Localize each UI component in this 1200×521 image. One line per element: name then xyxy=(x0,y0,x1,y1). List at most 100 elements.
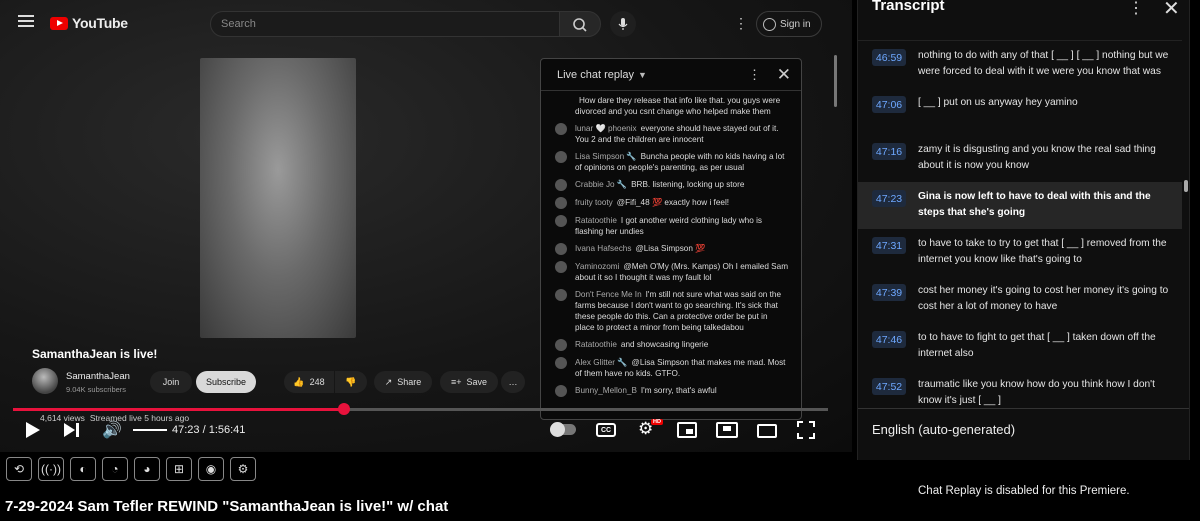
video-player[interactable]: YouTube Search ⋮ Sign in Live chat repla… xyxy=(0,0,852,452)
chat-author-avatar[interactable] xyxy=(555,357,567,369)
transcript-segment[interactable]: 46:59 nothing to do with any of that [ __… xyxy=(858,41,1182,88)
chat-message: Crabbie Jo 🔧 BRB. listening, locking up s… xyxy=(555,179,789,191)
search-input[interactable]: Search xyxy=(210,11,560,37)
speed-icon[interactable]: ◔ xyxy=(102,457,128,481)
screenshot-camera-icon[interactable]: ◉ xyxy=(198,457,224,481)
channel-avatar[interactable] xyxy=(32,368,58,394)
transcript-segment[interactable]: 47:16 zamy it is disgusting and you know … xyxy=(858,135,1182,182)
transcript-scrollbar[interactable] xyxy=(1184,180,1188,192)
autoplay-toggle[interactable] xyxy=(550,422,576,437)
transcript-footer: English (auto-generated) xyxy=(858,408,1189,452)
chat-author-name[interactable]: Yaminozomi xyxy=(575,262,619,271)
youtube-play-icon xyxy=(50,16,68,30)
chat-author-avatar[interactable] xyxy=(555,339,567,351)
language-selector[interactable]: English (auto-generated) xyxy=(872,422,1015,437)
miniplayer-icon[interactable] xyxy=(677,422,697,438)
transcript-segment-list[interactable]: 46:59 nothing to do with any of that [ __… xyxy=(858,40,1182,410)
transcript-segment[interactable]: 47:52 traumatic like you know how do you … xyxy=(858,370,1182,410)
chat-message-body: Don't Fence Me In I'm still not sure what… xyxy=(575,289,789,333)
chat-author-name[interactable]: Ratatoothie xyxy=(575,216,617,225)
live-title: SamanthaJean is live! xyxy=(32,347,158,361)
share-button[interactable]: ↗ Share xyxy=(374,371,432,393)
filter-icon[interactable]: ◐ xyxy=(70,457,96,481)
transcript-segment[interactable]: 47:46 to to have to fight to get that [ _… xyxy=(858,323,1182,370)
chat-author-name[interactable]: Alex Glitter 🔧 xyxy=(575,358,628,367)
speed-plus-icon[interactable]: ◕ xyxy=(134,457,160,481)
chat-more-icon[interactable]: ⋮ xyxy=(748,67,761,83)
chat-message-body: Ratatoothie and showcasing lingerie xyxy=(575,339,708,351)
channel-name[interactable]: SamanthaJean xyxy=(66,371,130,382)
chat-close-icon[interactable]: ✕ xyxy=(777,65,791,85)
chat-message-list[interactable]: How dare they release that info like tha… xyxy=(541,91,801,397)
transcript-segment[interactable]: 47:23 Gina is now left to have to deal wi… xyxy=(858,182,1182,229)
chat-author-name[interactable]: Don't Fence Me In xyxy=(575,290,642,299)
chat-author-name[interactable]: Ratatoothie xyxy=(575,340,617,349)
chat-author-avatar[interactable] xyxy=(555,197,567,209)
chat-author-avatar[interactable] xyxy=(555,123,567,135)
transcript-timestamp[interactable]: 47:46 xyxy=(872,331,906,348)
transcript-close-icon[interactable]: ✕ xyxy=(1163,0,1180,21)
voice-search-button[interactable] xyxy=(610,11,636,37)
chat-author-avatar[interactable] xyxy=(555,243,567,255)
chat-message: How dare they release that info like tha… xyxy=(555,95,789,117)
chat-author-name[interactable]: Ivana Hafsechs xyxy=(575,244,631,253)
next-button[interactable] xyxy=(64,418,79,442)
extension-toolbar: ⟲ ((·)) ◐ ◔ ◕ ⊞ ◉ ⚙ xyxy=(0,457,256,487)
like-button[interactable]: 👍 248 xyxy=(284,371,334,393)
transcript-timestamp[interactable]: 47:39 xyxy=(872,284,906,301)
add-clip-icon[interactable]: ⊞ xyxy=(166,457,192,481)
toolbar-settings-icon[interactable]: ⚙ xyxy=(230,457,256,481)
transcript-timestamp[interactable]: 47:06 xyxy=(872,96,906,113)
chat-author-avatar[interactable] xyxy=(555,151,567,163)
hamburger-menu-icon[interactable] xyxy=(18,15,34,27)
transcript-text: nothing to do with any of that [ __ ] [ … xyxy=(918,50,1169,77)
transcript-timestamp[interactable]: 47:23 xyxy=(872,190,906,207)
chat-replay-note: Chat Replay is disabled for this Premier… xyxy=(918,485,1130,497)
transcript-more-icon[interactable]: ⋮ xyxy=(1128,0,1144,18)
signin-button[interactable]: Sign in xyxy=(756,11,822,37)
chat-message-body: Ratatoothie I got another weird clothing … xyxy=(575,215,789,237)
chat-author-avatar[interactable] xyxy=(555,385,567,397)
chat-author-avatar[interactable] xyxy=(555,179,567,191)
chat-message: Alex Glitter 🔧 @Lisa Simpson that makes m… xyxy=(555,357,789,379)
transcript-text: to to have to fight to get that [ __ ] t… xyxy=(918,332,1156,359)
settings-more-icon[interactable]: ⋮ xyxy=(734,15,748,32)
join-button[interactable]: Join xyxy=(150,371,192,393)
play-button[interactable] xyxy=(26,418,40,442)
transcript-timestamp[interactable]: 47:52 xyxy=(872,378,906,395)
transcript-timestamp[interactable]: 47:16 xyxy=(872,143,906,160)
captions-button[interactable]: CC xyxy=(596,423,616,437)
more-actions-icon[interactable]: … xyxy=(501,371,525,393)
transcript-timestamp[interactable]: 46:59 xyxy=(872,49,906,66)
chat-author-name[interactable]: lunar 🤍 phoenix xyxy=(575,124,637,133)
page-scrollbar[interactable] xyxy=(834,55,837,107)
transcript-segment[interactable]: 47:06 [ __ ] put on us anyway hey yamino xyxy=(858,88,1182,135)
chevron-down-icon[interactable]: ▼ xyxy=(638,70,647,80)
progress-scrubber[interactable] xyxy=(337,403,350,415)
pip-icon[interactable] xyxy=(716,422,738,438)
search-button[interactable] xyxy=(559,11,601,37)
loop-icon[interactable]: ⟲ xyxy=(6,457,32,481)
transcript-segment[interactable]: 47:31 to have to take to try to get that … xyxy=(858,229,1182,276)
chat-author-name[interactable]: fruity tooty xyxy=(575,198,613,207)
chat-author-avatar[interactable] xyxy=(555,261,567,273)
chat-author-name[interactable]: Bunny_Mellon_B xyxy=(575,386,637,395)
volume-button[interactable]: 🔊 xyxy=(102,418,122,442)
chat-author-avatar[interactable] xyxy=(555,289,567,301)
fullscreen-icon[interactable] xyxy=(797,421,815,439)
chat-author-name[interactable]: Crabbie Jo 🔧 xyxy=(575,180,627,189)
chat-title[interactable]: Live chat replay xyxy=(557,69,634,81)
transcript-text: Gina is now left to have to deal with th… xyxy=(918,191,1151,218)
transcript-timestamp[interactable]: 47:31 xyxy=(872,237,906,254)
chat-author-name[interactable]: Lisa Simpson 🔧 xyxy=(575,152,637,161)
audio-only-icon[interactable]: ((·)) xyxy=(38,457,64,481)
save-button[interactable]: ≡+ Save xyxy=(440,371,498,393)
dislike-button[interactable]: 👎 xyxy=(335,371,367,393)
chat-message: Lisa Simpson 🔧 Buncha people with no kids… xyxy=(555,151,789,173)
transcript-segment[interactable]: 47:39 cost her money it's going to cost h… xyxy=(858,276,1182,323)
chat-author-avatar[interactable] xyxy=(555,215,567,227)
youtube-logo[interactable]: YouTube xyxy=(50,15,128,31)
subscribe-button[interactable]: Subscribe xyxy=(196,371,256,393)
volume-slider[interactable] xyxy=(133,429,167,431)
theater-mode-icon[interactable] xyxy=(757,424,777,438)
